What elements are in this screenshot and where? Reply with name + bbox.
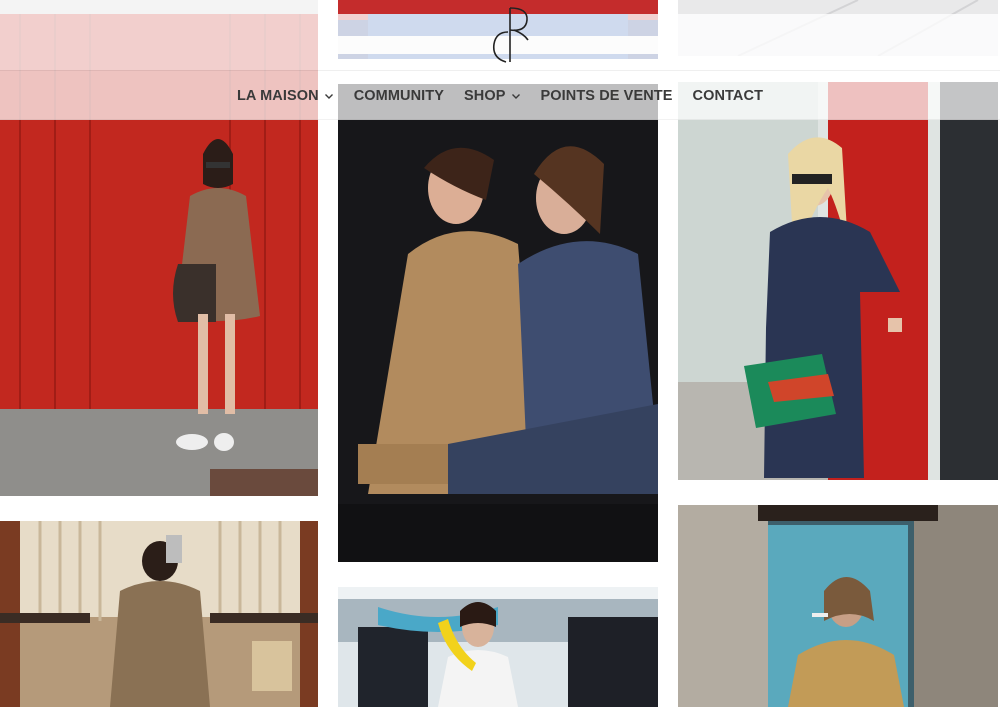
main-navigation: LA MAISON COMMUNITY SHOP POINTS DE VENTE… [0, 86, 1000, 106]
nav-item-label: POINTS DE VENTE [540, 88, 673, 104]
photo-woman-gold-jacket-window[interactable] [678, 505, 998, 707]
photo-woman-navy-jumpsuit-red-door[interactable] [678, 82, 998, 480]
photo-woman-banana-store[interactable] [338, 587, 658, 707]
gallery-page: LA MAISON COMMUNITY SHOP POINTS DE VENTE… [0, 0, 1000, 707]
nav-item-label: COMMUNITY [353, 88, 444, 104]
brand-logo-icon [492, 7, 529, 63]
nav-item-la-maison[interactable]: LA MAISON [237, 88, 334, 104]
nav-item-label: CONTACT [692, 88, 764, 104]
chevron-down-icon [511, 91, 521, 101]
nav-item-label: SHOP [464, 88, 506, 104]
photo-top-left-fragment[interactable] [0, 0, 318, 14]
brand-logo[interactable] [492, 4, 534, 66]
nav-item-points-de-vente[interactable]: POINTS DE VENTE [541, 88, 673, 104]
photo-two-women-jumpsuits[interactable] [338, 84, 658, 562]
photo-mirror-selfie-khaki[interactable] [0, 521, 318, 707]
nav-item-community[interactable]: COMMUNITY [354, 88, 444, 104]
chevron-down-icon [324, 91, 334, 101]
nav-item-contact[interactable]: CONTACT [693, 88, 764, 104]
nav-item-label: LA MAISON [236, 88, 319, 104]
nav-item-shop[interactable]: SHOP [464, 88, 521, 104]
